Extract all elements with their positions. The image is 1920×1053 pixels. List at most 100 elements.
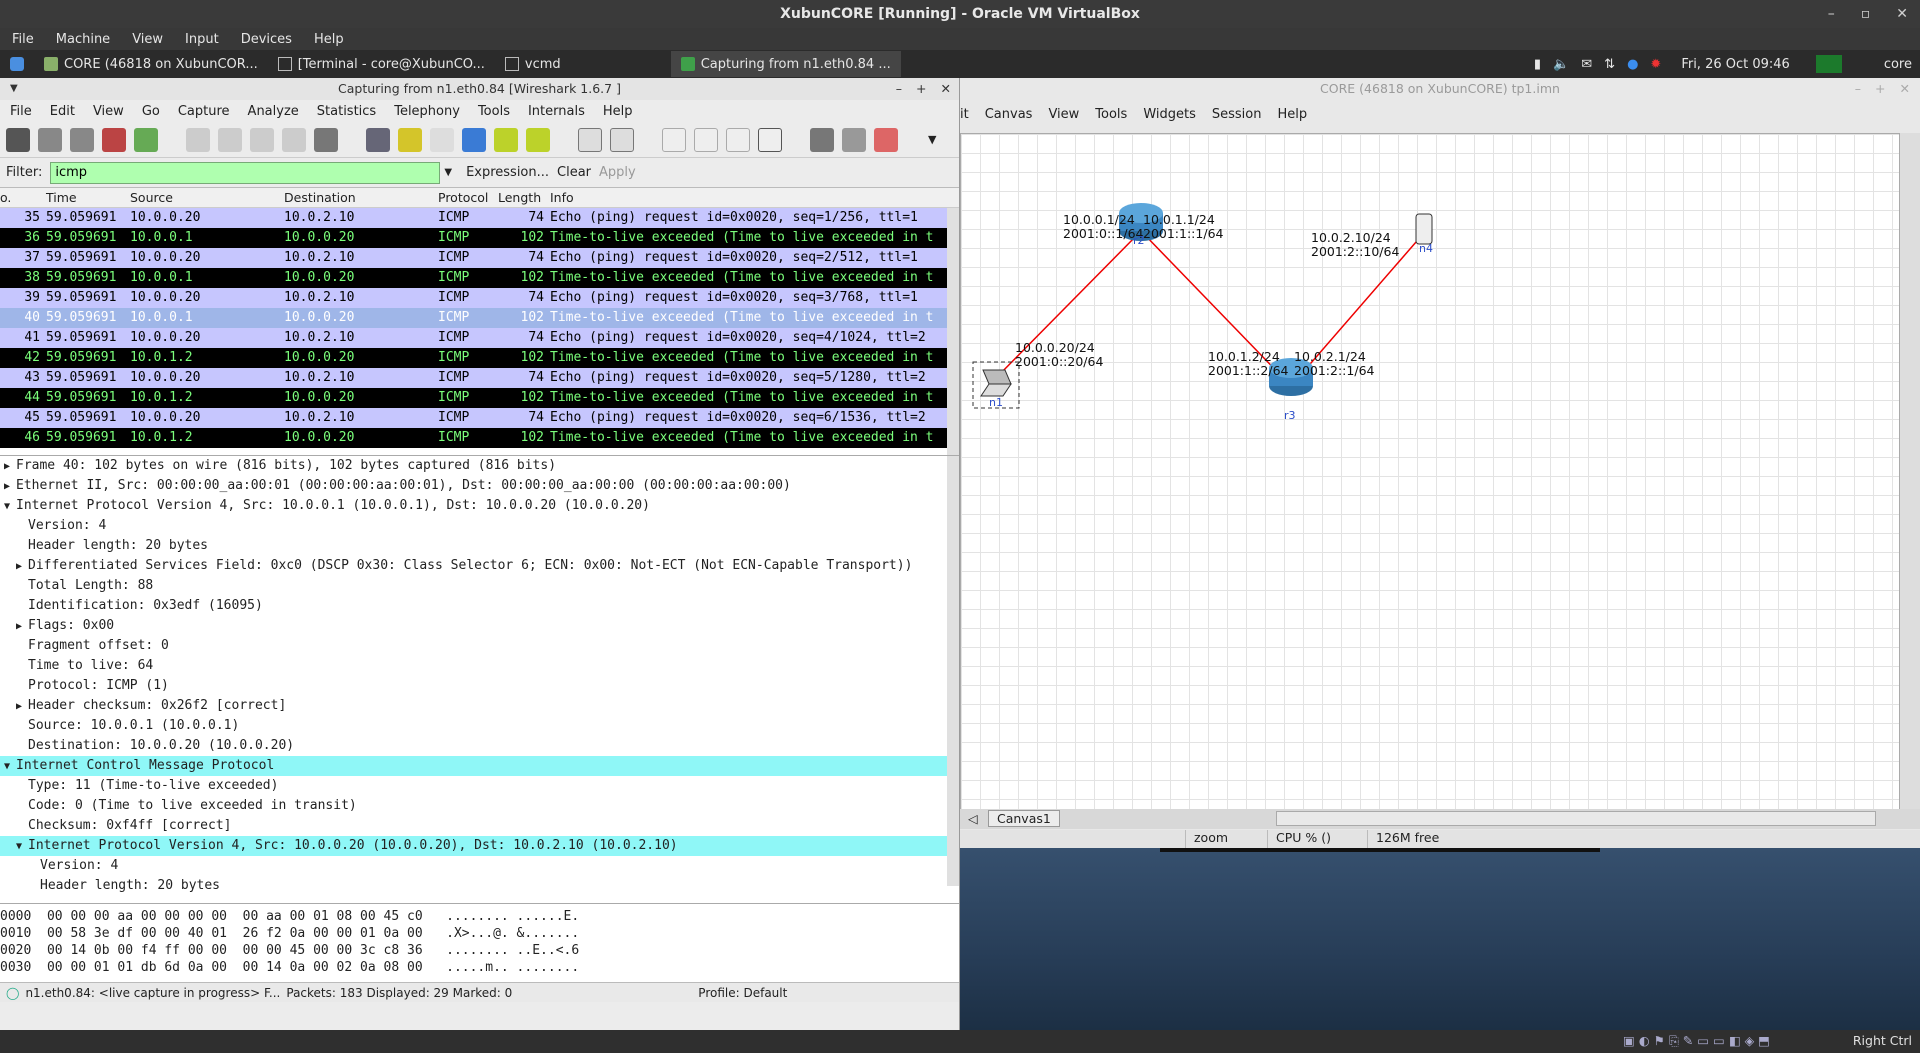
stop-capture-icon[interactable] xyxy=(102,127,126,152)
ws-menu-view[interactable]: View xyxy=(93,104,124,119)
ws-menu-file[interactable]: File xyxy=(10,104,32,119)
detail-row[interactable]: ▼ Internet Protocol Version 4, Src: 10.0.… xyxy=(0,496,959,516)
close-file-icon[interactable] xyxy=(250,127,274,152)
topology-canvas[interactable]: 10.0.0.1/24 2001:0::1/64 10.0.1.1/24 200… xyxy=(960,133,1900,814)
ws-menu-help[interactable]: Help xyxy=(603,104,633,119)
packet-row[interactable]: 39 59.059691 10.0.0.20 10.0.2.10 ICMP 74 Echo … xyxy=(0,288,959,308)
restart-capture-icon[interactable] xyxy=(134,127,158,152)
vbox-menu-machine[interactable]: Machine xyxy=(56,32,110,47)
col-info-header[interactable]: Info xyxy=(548,188,959,207)
detail-row[interactable]: Type: 11 (Time-to-live exceeded) xyxy=(0,776,959,796)
ws-menu-edit[interactable]: Edit xyxy=(50,104,75,119)
detail-row[interactable]: Identification: 0x3edf (16095) xyxy=(0,596,959,616)
close-icon[interactable]: ✕ xyxy=(1896,0,1908,28)
network-icon[interactable]: ⇅ xyxy=(1604,57,1615,72)
detail-row[interactable]: Fragment offset: 0 xyxy=(0,636,959,656)
print-icon[interactable] xyxy=(314,127,338,152)
core-menu-edit[interactable]: it xyxy=(960,107,969,122)
detail-row[interactable]: Code: 0 (Time to live exceeded in transi… xyxy=(0,796,959,816)
close-icon[interactable]: ✕ xyxy=(941,78,951,100)
packet-row[interactable]: 40 59.059691 10.0.0.1 10.0.0.20 ICMP 102 Time-… xyxy=(0,308,959,328)
find-icon[interactable] xyxy=(366,127,390,152)
detail-row[interactable]: ▼ Internet Protocol Version 4, Src: 10.0.… xyxy=(0,836,959,856)
canvas-hscrollbar[interactable] xyxy=(1276,811,1876,826)
col-destination-header[interactable]: Destination xyxy=(282,188,436,207)
close-icon[interactable]: ✕ xyxy=(1900,78,1910,100)
expander-icon[interactable]: ▶ xyxy=(16,617,28,637)
packet-row[interactable]: 41 59.059691 10.0.0.20 10.0.2.10 ICMP 74 Echo … xyxy=(0,328,959,348)
core-menu-help[interactable]: Help xyxy=(1278,107,1308,122)
interfaces-icon[interactable] xyxy=(6,127,30,152)
normal-size-icon[interactable] xyxy=(726,127,750,152)
expander-icon[interactable]: ▶ xyxy=(16,557,28,577)
vbox-menu-file[interactable]: File xyxy=(12,32,34,47)
forward-icon[interactable] xyxy=(430,127,454,152)
minimize-icon[interactable]: – xyxy=(1828,0,1835,28)
zoom-in-icon[interactable] xyxy=(662,127,686,152)
r3-name[interactable]: r3 xyxy=(1284,409,1296,422)
zoom-out-icon[interactable] xyxy=(694,127,718,152)
tab-left-arrow-icon[interactable]: ◁ xyxy=(968,811,978,826)
col-time-header[interactable]: Time xyxy=(44,188,128,207)
detail-row[interactable]: Header length: 20 bytes xyxy=(0,536,959,556)
filter-dropdown-icon[interactable]: ▼ xyxy=(444,167,452,178)
vbox-menu-help[interactable]: Help xyxy=(314,32,344,47)
detail-row[interactable]: Header length: 20 bytes xyxy=(0,876,959,896)
xfce-menu-button[interactable] xyxy=(0,51,34,77)
ws-menu-go[interactable]: Go xyxy=(142,104,160,119)
detail-row[interactable]: ▼ Internet Control Message Protocol xyxy=(0,756,959,776)
n1-name[interactable]: n1 xyxy=(989,396,1003,409)
canvas-vscrollbar[interactable] xyxy=(1900,133,1920,814)
coloring-rules-icon[interactable] xyxy=(874,127,898,152)
detail-row[interactable]: Checksum: 0xf4ff [correct] xyxy=(0,816,959,836)
expander-icon[interactable]: ▶ xyxy=(16,697,28,717)
packet-list-scrollbar[interactable] xyxy=(947,208,959,455)
ws-menu-internals[interactable]: Internals xyxy=(528,104,585,119)
vbox-menu-view[interactable]: View xyxy=(132,32,163,47)
minimize-icon[interactable]: – xyxy=(1855,78,1861,100)
minimize-icon[interactable]: – xyxy=(896,78,902,100)
packet-row[interactable]: 36 59.059691 10.0.0.1 10.0.0.20 ICMP 102 Time-… xyxy=(0,228,959,248)
window-menu-icon[interactable]: ▼ xyxy=(10,78,18,100)
save-icon[interactable] xyxy=(218,127,242,152)
vbox-device-icons[interactable]: ▣ ◐ ⚑ ⎘ ✎ ▭ ▭ ◧ ◈ ⬒ xyxy=(1623,1033,1770,1049)
packet-row[interactable]: 45 59.059691 10.0.0.20 10.0.2.10 ICMP 74 Echo … xyxy=(0,408,959,428)
expander-icon[interactable]: ▼ xyxy=(16,837,28,857)
detail-row[interactable]: Time to live: 64 xyxy=(0,656,959,676)
last-packet-icon[interactable] xyxy=(526,127,550,152)
goto-packet-icon[interactable] xyxy=(462,127,486,152)
col-no-header[interactable]: o. xyxy=(0,188,44,207)
n4-name[interactable]: n4 xyxy=(1419,242,1433,255)
detail-row[interactable]: ▶ Flags: 0x00 xyxy=(0,616,959,636)
detail-row[interactable]: ▶ Ethernet II, Src: 00:00:00_aa:00:01 (00… xyxy=(0,476,959,496)
start-capture-icon[interactable] xyxy=(70,127,94,152)
expander-icon[interactable]: ▼ xyxy=(4,497,16,517)
expander-icon[interactable]: ▶ xyxy=(4,477,16,497)
hex-row[interactable]: 0000 00 00 00 aa 00 00 00 00 00 aa 00 01… xyxy=(0,908,959,925)
col-length-header[interactable]: Length xyxy=(498,188,548,207)
user-name[interactable]: core xyxy=(1884,57,1912,72)
ws-menu-telephony[interactable]: Telephony xyxy=(394,104,460,119)
display-filters-icon[interactable] xyxy=(842,127,866,152)
ws-menu-statistics[interactable]: Statistics xyxy=(317,104,376,119)
packet-row[interactable]: 43 59.059691 10.0.0.20 10.0.2.10 ICMP 74 Echo … xyxy=(0,368,959,388)
task-vcmd[interactable]: vcmd xyxy=(495,51,571,77)
capture-filters-icon[interactable] xyxy=(810,127,834,152)
options-icon[interactable] xyxy=(38,127,62,152)
packet-row[interactable]: 37 59.059691 10.0.0.20 10.0.2.10 ICMP 74 Echo … xyxy=(0,248,959,268)
detail-row[interactable]: Version: 4 xyxy=(0,516,959,536)
ws-menu-capture[interactable]: Capture xyxy=(178,104,230,119)
packet-row[interactable]: 46 59.059691 10.0.1.2 10.0.0.20 ICMP 102 Time-… xyxy=(0,428,959,448)
packet-row[interactable]: 42 59.059691 10.0.1.2 10.0.0.20 ICMP 102 Time-… xyxy=(0,348,959,368)
core-menu-tools[interactable]: Tools xyxy=(1095,107,1127,122)
vbox-menu-devices[interactable]: Devices xyxy=(241,32,292,47)
col-protocol-header[interactable]: Protocol xyxy=(436,188,498,207)
vbox-menu-input[interactable]: Input xyxy=(185,32,219,47)
ws-menu-tools[interactable]: Tools xyxy=(478,104,510,119)
detail-row[interactable]: Destination: 10.0.0.20 (10.0.0.20) xyxy=(0,736,959,756)
hex-row[interactable]: 0030 00 00 01 01 db 6d 0a 00 00 14 0a 00… xyxy=(0,959,959,976)
capture-status-icon[interactable]: ◯ xyxy=(6,983,19,1002)
reload-icon[interactable] xyxy=(282,127,306,152)
core-menu-widgets[interactable]: Widgets xyxy=(1143,107,1196,122)
restore-icon[interactable]: ▫ xyxy=(1861,0,1871,28)
